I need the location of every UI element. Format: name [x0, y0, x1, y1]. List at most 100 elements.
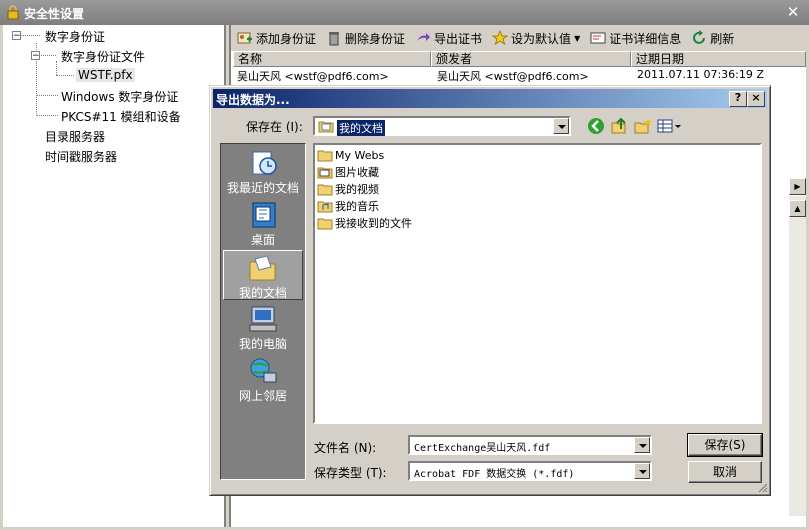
dialog-title: 导出数据为... [216, 93, 290, 107]
cert-details-label: 证书详细信息 [609, 31, 682, 46]
chevron-down-icon[interactable] [553, 118, 569, 134]
vertical-scrollbar[interactable] [789, 196, 806, 516]
lock-icon [7, 5, 19, 20]
my-computer-icon [249, 306, 277, 332]
save-in-label: 保存在 (I): [246, 120, 303, 134]
certificate-icon [590, 32, 606, 44]
file-label: 我的音乐 [335, 200, 379, 213]
tree-connector [56, 61, 57, 75]
file-list[interactable]: My Webs 图片收藏 我的视频 我的音乐 我接收到的文件 [313, 143, 762, 424]
scroll-right-button[interactable]: ▶ [789, 178, 806, 195]
list-item[interactable]: 我的视频 [317, 181, 379, 197]
cell-name: 吴山天风 <wstf@pdf6.com> [237, 70, 389, 83]
add-id-button[interactable]: 添加身份证 [237, 30, 316, 47]
column-header-expires[interactable]: 过期日期 [631, 51, 806, 67]
new-folder-icon[interactable] [634, 117, 652, 135]
pictures-folder-icon [317, 167, 333, 178]
delete-id-button[interactable]: 删除身份证 [326, 30, 405, 47]
place-label: 网上邻居 [238, 389, 287, 403]
collapse-toggle-icon[interactable]: − [31, 51, 40, 61]
chevron-down-icon[interactable] [634, 437, 650, 453]
filename-field[interactable]: CertExchange吴山天风.fdf [408, 435, 652, 455]
chevron-down-icon[interactable]: ▼ [574, 34, 580, 43]
export-cert-label: 导出证书 [434, 31, 483, 46]
place-desktop[interactable]: 桌面 [223, 198, 303, 248]
main-titlebar: 安全性设置 ✕ [0, 0, 809, 25]
place-network[interactable]: 网上邻居 [223, 354, 303, 404]
network-places-icon [250, 358, 277, 383]
folder-icon [317, 184, 333, 195]
chevron-down-icon[interactable] [634, 463, 650, 479]
toolbar: 添加身份证 删除身份证 导出证书 设为默认值 ▼ 证书详细信息 刷新 [231, 25, 806, 51]
refresh-icon [693, 30, 706, 44]
my-documents-icon [249, 255, 276, 281]
save-button[interactable]: 保存(S) [687, 433, 763, 457]
place-label: 我最近的文档 [226, 181, 299, 195]
tree-item-timestamp-servers[interactable]: 时间戳服务器 [45, 148, 117, 165]
filetype-label: 保存类型 (T): [314, 466, 387, 480]
recent-documents-icon [252, 151, 277, 175]
cert-details-button[interactable]: 证书详细信息 [590, 30, 681, 47]
cell-issuer: 吴山天风 <wstf@pdf6.com> [437, 70, 589, 83]
filetype-select[interactable]: Acrobat FDF 数据交换 (*.fdf) [408, 461, 652, 481]
my-documents-small-icon [318, 121, 334, 133]
up-folder-icon[interactable] [610, 117, 628, 135]
save-in-combo[interactable]: 我的文档 [313, 116, 571, 136]
dialog-close-button[interactable]: × [747, 91, 765, 107]
place-label: 桌面 [250, 233, 275, 247]
cell-expires: 2011.07.11 07:36:19 Z [637, 68, 764, 81]
folder-icon [317, 150, 333, 161]
add-id-icon [237, 32, 252, 44]
refresh-button[interactable]: 刷新 [691, 30, 734, 47]
table-row[interactable]: 吴山天风 <wstf@pdf6.com> 吴山天风 <wstf@pdf6.com… [233, 67, 806, 83]
place-recent-documents[interactable]: 我最近的文档 [223, 146, 303, 196]
back-icon[interactable] [587, 117, 605, 135]
tree-item-id-files[interactable]: 数字身份证文件 [61, 48, 145, 65]
tree-connector [36, 95, 58, 96]
main-window-title: 安全性设置 [24, 7, 85, 21]
view-menu-icon[interactable] [657, 117, 683, 135]
file-label: My Webs [335, 148, 385, 162]
desktop-icon [252, 202, 276, 228]
tree-pane: − − 数字身份证 数字身份证文件 WSTF.pfx Windows 数字身份证… [3, 25, 226, 527]
tree-item-pkcs11[interactable]: PKCS#11 模组和设备 [61, 108, 181, 125]
folder-icon [317, 218, 333, 229]
place-my-computer[interactable]: 我的电脑 [223, 302, 303, 352]
tree-connector [36, 115, 58, 116]
add-id-label: 添加身份证 [256, 31, 317, 46]
set-default-button[interactable]: 设为默认值 ▼ [492, 30, 580, 47]
export-dialog: 导出数据为... ? × 保存在 (I): 我的文档 我最近的文档 桌面 我的文… [209, 85, 771, 496]
column-header-issuer[interactable]: 颁发者 [431, 51, 631, 67]
column-header-name[interactable]: 名称 [233, 51, 431, 67]
list-header: 名称 颁发者 过期日期 [233, 51, 806, 67]
places-bar: 我最近的文档 桌面 我的文档 我的电脑 网上邻居 [220, 143, 306, 480]
tree-item-wstf-pfx[interactable]: WSTF.pfx [76, 68, 135, 82]
trash-icon [329, 32, 340, 46]
tree-connector [20, 35, 40, 36]
tree-item-directory-servers[interactable]: 目录服务器 [45, 128, 105, 145]
collapse-toggle-icon[interactable]: − [12, 31, 21, 41]
file-label: 我接收到的文件 [335, 217, 412, 230]
list-item[interactable]: 我接收到的文件 [317, 215, 412, 231]
help-button[interactable]: ? [729, 91, 747, 107]
place-my-documents[interactable]: 我的文档 [223, 250, 303, 300]
file-label: 我的视频 [335, 183, 379, 196]
tree-item-windows-ids[interactable]: Windows 数字身份证 [61, 88, 178, 105]
tree-connector [56, 75, 74, 76]
cancel-button[interactable]: 取消 [688, 461, 762, 483]
filename-label: 文件名 (N): [314, 441, 377, 455]
delete-id-label: 删除身份证 [345, 31, 406, 46]
save-in-value: 我的文档 [337, 120, 385, 136]
list-item[interactable]: 图片收藏 [317, 164, 379, 180]
list-item[interactable]: 我的音乐 [317, 198, 379, 214]
export-arrow-icon [417, 33, 431, 41]
tree-item-digital-ids[interactable]: 数字身份证 [45, 28, 105, 45]
refresh-label: 刷新 [710, 31, 735, 46]
main-close-icon[interactable]: ✕ [784, 3, 802, 21]
file-label: 图片收藏 [335, 166, 379, 179]
export-cert-button[interactable]: 导出证书 [415, 30, 482, 47]
place-label: 我的电脑 [238, 337, 287, 351]
resize-grip-icon[interactable] [756, 481, 768, 493]
scroll-up-button[interactable]: ▲ [789, 200, 806, 217]
list-item[interactable]: My Webs [317, 147, 384, 163]
